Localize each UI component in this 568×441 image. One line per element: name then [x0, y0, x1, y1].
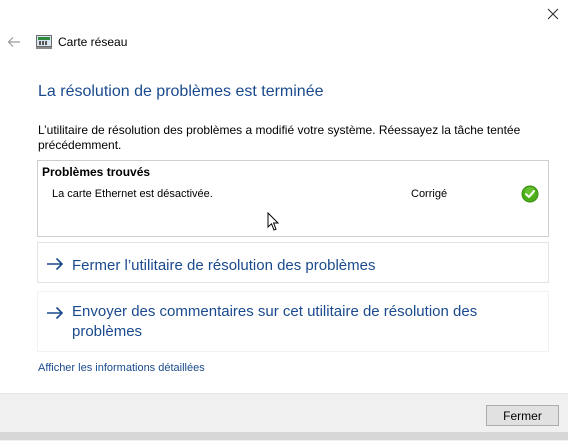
- send-feedback-link[interactable]: Envoyer des commentaires sur cet utilita…: [37, 291, 549, 352]
- close-button[interactable]: Fermer: [486, 405, 559, 426]
- close-icon[interactable]: [538, 0, 568, 28]
- problem-status: Corrigé: [411, 188, 448, 200]
- footer-bottom-edge: [0, 432, 568, 440]
- network-adapter-icon: [36, 35, 52, 49]
- problems-found-panel: Problèmes trouvés La carte Ethernet est …: [37, 160, 549, 237]
- result-description: L’utilitaire de résolution des problèmes…: [38, 123, 521, 152]
- arrow-right-icon: [46, 257, 64, 271]
- problem-name: La carte Ethernet est désactivée.: [52, 188, 213, 200]
- show-details-link[interactable]: Afficher les informations détaillées: [38, 362, 205, 374]
- close-troubleshooter-link[interactable]: Fermer l’utilitaire de résolution des pr…: [37, 242, 549, 283]
- back-arrow-icon[interactable]: [4, 32, 24, 52]
- check-icon: [521, 185, 539, 203]
- window-title: Carte réseau: [58, 35, 128, 49]
- problems-header: Problèmes trouvés: [42, 165, 151, 179]
- send-feedback-label: Envoyer des commentaires sur cet utilita…: [72, 303, 478, 340]
- close-troubleshooter-label: Fermer l’utilitaire de résolution des pr…: [72, 257, 376, 274]
- page-title: La résolution de problèmes est terminée: [38, 83, 324, 100]
- mouse-cursor-icon: [267, 211, 280, 232]
- arrow-right-icon: [46, 306, 64, 320]
